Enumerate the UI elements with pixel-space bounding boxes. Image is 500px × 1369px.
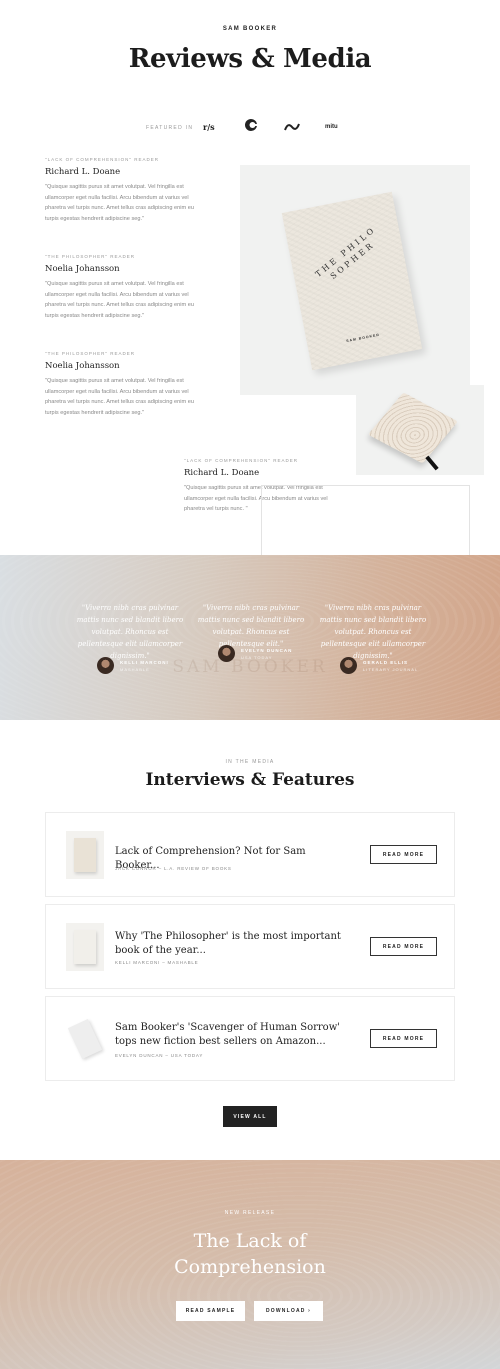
review-tag: "LACK OF COMPREHENSION" READER bbox=[184, 458, 298, 463]
reviewer-name: Noelia Johansson bbox=[45, 361, 120, 371]
review-tag: "THE PHILOSOPHER" READER bbox=[45, 351, 135, 356]
rs-logo[interactable]: r/s bbox=[203, 121, 215, 133]
reviewer-name: Richard L. Doane bbox=[45, 167, 121, 177]
testimonial-quote: "Viverra nibh cras pulvinar mattis nunc … bbox=[319, 604, 427, 660]
review-tag: "LACK OF COMPREHENSION" READER bbox=[45, 157, 159, 162]
bookmark-ribbon bbox=[425, 455, 439, 471]
book-thumbnail bbox=[74, 838, 96, 872]
reviewer-name: Richard L. Doane bbox=[184, 468, 260, 478]
e-logo[interactable] bbox=[244, 119, 258, 131]
article-meta: EVELYN DUNCAN – USA TODAY bbox=[115, 1053, 204, 1058]
article-meta: JACK CONNOR – L.A. REVIEW OF BOOKS bbox=[115, 866, 232, 871]
avatar bbox=[340, 657, 357, 674]
testimonial-band: SAM BOOKER "Viverra nibh cras pulvinar m… bbox=[0, 555, 500, 720]
read-sample-button[interactable]: READ SAMPLE bbox=[176, 1301, 245, 1321]
media-card: Lack of Comprehension? Not for Sam Booke… bbox=[45, 812, 455, 897]
article-meta: KELLI MARCONI – MASHABLE bbox=[115, 960, 199, 965]
book-cover-title: THE PHILO SOPHER bbox=[313, 224, 378, 281]
media-card: Sam Booker's 'Scavenger of Human Sorrow'… bbox=[45, 996, 455, 1081]
article-thumbnail bbox=[66, 831, 104, 879]
article-thumbnail bbox=[66, 923, 104, 971]
view-all-button[interactable]: VIEW ALL bbox=[223, 1106, 277, 1127]
avatar bbox=[97, 657, 114, 674]
media-card: Why 'The Philosopher' is the most import… bbox=[45, 904, 455, 989]
review-quote: "Quisque sagittis purus sit amet volutpa… bbox=[45, 184, 194, 222]
testimonial-author: KELLI MARCONI MASHABLE bbox=[97, 657, 169, 674]
testimonial-outlet: USA TODAY bbox=[241, 654, 273, 660]
testimonial-quote: "Viverra nibh cras pulvinar mattis nunc … bbox=[197, 604, 305, 648]
testimonial-name: EVELYN DUNCAN bbox=[241, 647, 293, 653]
release-title: The Lack of Comprehension bbox=[174, 1230, 326, 1278]
testimonial-name: GERALD ELLIS bbox=[363, 659, 409, 665]
mitu-logo[interactable]: mitu bbox=[325, 121, 338, 133]
review-3: "THE PHILOSOPHER" READER Noelia Johansso… bbox=[45, 351, 207, 418]
testimonial-name: KELLI MARCONI bbox=[120, 659, 169, 665]
media-eyebrow: IN THE MEDIA bbox=[225, 759, 275, 765]
wave-logo[interactable] bbox=[284, 121, 300, 133]
featured-in-label: FEATURED IN bbox=[146, 125, 194, 131]
release-eyebrow: NEW RELEASE bbox=[224, 1210, 276, 1216]
book-thumbnail bbox=[67, 1018, 103, 1060]
article-headline[interactable]: Sam Booker's 'Scavenger of Human Sorrow'… bbox=[115, 1021, 345, 1049]
book-image: THE PHILO SOPHER SAM BOOKER bbox=[240, 165, 470, 395]
read-more-button[interactable]: READ MORE bbox=[370, 1029, 437, 1048]
new-release-band: NEW RELEASE The Lack of Comprehension RE… bbox=[0, 1160, 500, 1369]
download-button[interactable]: DOWNLOAD › bbox=[254, 1301, 323, 1321]
read-more-button[interactable]: READ MORE bbox=[370, 845, 437, 864]
testimonial-author: GERALD ELLIS LITERARY JOURNAL bbox=[340, 657, 418, 674]
media-section-title: Interviews & Features bbox=[145, 770, 355, 790]
decorative-frame bbox=[261, 485, 470, 555]
testimonial-author: EVELYN DUNCAN USA TODAY bbox=[218, 645, 292, 662]
read-more-button[interactable]: READ MORE bbox=[370, 937, 437, 956]
book-cover: THE PHILO SOPHER SAM BOOKER bbox=[281, 191, 423, 371]
testimonial-outlet: MASHABLE bbox=[120, 666, 150, 672]
author-name: SAM BOOKER bbox=[222, 26, 278, 32]
review-tag: "THE PHILOSOPHER" READER bbox=[45, 254, 135, 259]
article-thumbnail bbox=[66, 1015, 104, 1063]
review-quote: "Quisque sagittis purus sit amet volutpa… bbox=[45, 378, 194, 416]
page-title: Reviews & Media bbox=[128, 44, 372, 74]
reviewer-name: Noelia Johansson bbox=[45, 264, 120, 274]
book-thumbnail bbox=[74, 930, 96, 964]
book-image-small bbox=[356, 385, 484, 475]
review-2: "THE PHILOSOPHER" READER Noelia Johansso… bbox=[45, 254, 207, 321]
article-headline[interactable]: Why 'The Philosopher' is the most import… bbox=[115, 930, 345, 958]
testimonial-outlet: LITERARY JOURNAL bbox=[363, 666, 419, 672]
review-1: "LACK OF COMPREHENSION" READER Richard L… bbox=[45, 157, 207, 224]
book-cover-author: SAM BOOKER bbox=[345, 332, 381, 344]
avatar bbox=[218, 645, 235, 662]
review-quote: "Quisque sagittis purus sit amet volutpa… bbox=[45, 281, 194, 319]
testimonial-quote: "Viverra nibh cras pulvinar mattis nunc … bbox=[76, 604, 184, 660]
book-cover-small bbox=[367, 392, 459, 464]
